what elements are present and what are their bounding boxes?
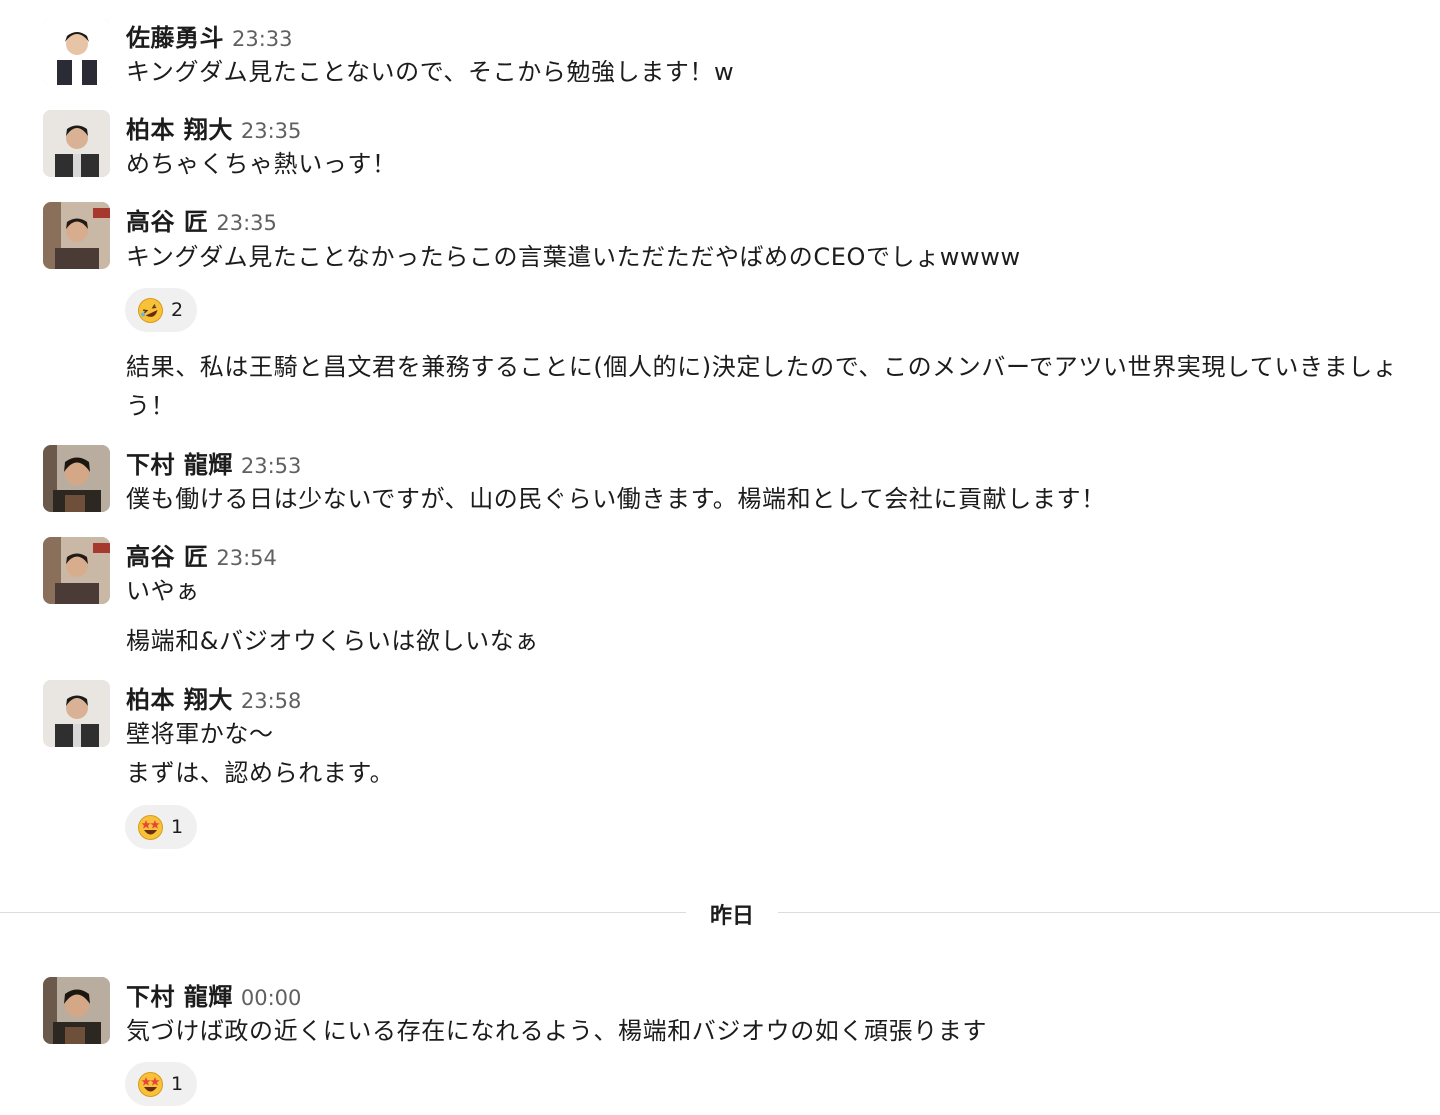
avatar-image [43,445,110,512]
sender-name[interactable]: 柏本 翔大 [126,116,233,144]
avatar[interactable] [43,537,110,604]
message-text: めちゃくちゃ熱いっす！ [126,150,397,178]
message-text: キングダム見たことなかったらこの言葉遣いただただやばめのCEOでしょwwww [126,243,1021,271]
avatar[interactable] [43,110,110,177]
avatar[interactable] [43,680,110,747]
reaction-pill[interactable]: 1 [125,1062,197,1106]
timestamp[interactable]: 23:54 [216,546,277,570]
message-text: キングダム見たことないので、そこから勉強します！w [126,58,735,86]
message-text: いやぁ [126,577,200,605]
message-text: 楊端和&バジオウくらいは欲しいなぁ [126,627,539,655]
sender-name[interactable]: 柏本 翔大 [126,686,233,714]
avatar-image [43,110,110,177]
timestamp[interactable]: 00:00 [241,986,302,1010]
avatar-image [43,202,110,269]
avatar-image [43,537,110,604]
message-text: 気づけば政の近くにいる存在になれるよう、楊端和バジオウの如く頑張ります [126,1017,987,1045]
reaction-pill[interactable]: 2 [125,288,197,332]
message-text: 僕も働ける日は少ないですが、山の民ぐらい働きます。楊端和として会社に貢献します！ [126,485,1106,513]
star-struck-icon [137,1071,164,1098]
timestamp[interactable]: 23:35 [216,211,277,235]
reaction-count: 1 [171,816,184,838]
avatar[interactable] [43,202,110,269]
date-divider-line [778,912,1440,913]
avatar-image [43,680,110,747]
sender-name[interactable]: 下村 龍輝 [126,451,233,479]
reaction-count: 1 [171,1073,184,1095]
timestamp[interactable]: 23:35 [241,119,302,143]
message-text-line: 壁将軍かな〜 [126,720,274,748]
avatar-image [43,977,110,1044]
sender-name[interactable]: 高谷 匠 [126,543,208,571]
date-divider-label[interactable]: 昨日 [686,898,778,930]
date-divider-line [0,912,686,913]
avatar-image [43,18,110,85]
timestamp[interactable]: 23:33 [232,27,293,51]
message-text: 結果、私は王騎と昌文君を兼務することに(個人的に)決定したので、このメンバーでア… [126,353,1398,420]
reaction-pill[interactable]: 1 [125,805,197,849]
avatar[interactable] [43,18,110,85]
star-struck-icon [137,814,164,841]
sender-name[interactable]: 高谷 匠 [126,208,208,236]
sender-name[interactable]: 佐藤勇斗 [126,24,224,52]
rolling-on-floor-laughing-icon [137,297,164,324]
sender-name[interactable]: 下村 龍輝 [126,983,233,1011]
avatar[interactable] [43,977,110,1044]
message-text-line: まずは、認められます。 [126,759,395,787]
timestamp[interactable]: 23:58 [241,689,302,713]
avatar[interactable] [43,445,110,512]
timestamp[interactable]: 23:53 [241,454,302,478]
reaction-count: 2 [171,299,184,321]
